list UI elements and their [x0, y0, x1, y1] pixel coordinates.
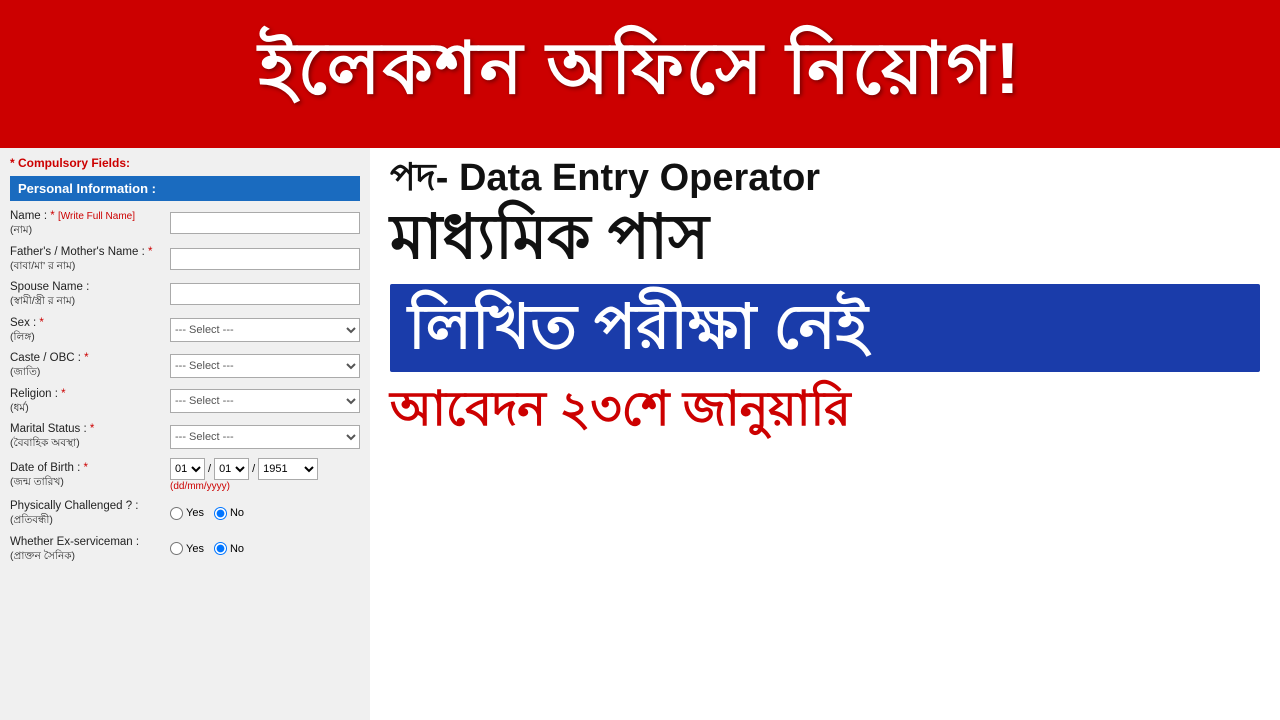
- dob-day-select[interactable]: 0102030405 0607080910 1112131415 1617181…: [170, 458, 205, 480]
- marital-status-select[interactable]: --- Select --- Married Unmarried Divorce…: [170, 425, 360, 449]
- section-header: Personal Information :: [10, 176, 360, 201]
- madhyamik-line: মাধ্যমিক পাস: [390, 204, 1260, 272]
- physically-challenged-row: Physically Challenged ? : (প্রতিবন্ধী) Y…: [10, 499, 360, 528]
- name-row: Name : * [Write Full Name] (নাম): [10, 209, 360, 238]
- name-label: Name : * [Write Full Name] (নাম): [10, 209, 170, 238]
- ex-serviceman-radio-group: Yes No: [170, 542, 244, 555]
- religion-row: Religion : * (ধর্ম) --- Select --- Hindu…: [10, 387, 360, 416]
- spouse-name-row: Spouse Name : (স্বামী/স্ত্রী র নাম): [10, 280, 360, 309]
- caste-select[interactable]: --- Select --- General OBC SC ST: [170, 354, 360, 378]
- sex-row: Sex : * (লিঙ্গ) --- Select --- Male Fema…: [10, 316, 360, 345]
- spouse-name-label: Spouse Name : (স্বামী/স্ত্রী র নাম): [10, 280, 170, 309]
- religion-label: Religion : * (ধর্ম): [10, 387, 170, 416]
- info-panel: পদ- Data Entry Operator মাধ্যমিক পাস লিখ…: [370, 148, 1280, 720]
- application-line: আবেদন ২৩শে জানুয়ারি: [390, 384, 1260, 437]
- ex-serviceman-no-radio[interactable]: [214, 542, 227, 555]
- ex-serviceman-yes-radio[interactable]: [170, 542, 183, 555]
- blue-banner: লিখিত পরীক্ষা নেই: [390, 284, 1260, 372]
- form-panel: * Compulsory Fields: Personal Informatio…: [0, 148, 370, 720]
- marital-status-row: Marital Status : * (বৈবাহিক অবস্থা) --- …: [10, 422, 360, 451]
- physically-challenged-label: Physically Challenged ? : (প্রতিবন্ধী): [10, 499, 170, 528]
- dob-group: 0102030405 0607080910 1112131415 1617181…: [170, 458, 318, 480]
- religion-select[interactable]: --- Select --- Hindu Muslim Christian Ot…: [170, 389, 360, 413]
- parent-name-label: Father's / Mother's Name : * (বাবা/মা' র…: [10, 245, 170, 274]
- ex-serviceman-yes-label[interactable]: Yes: [170, 542, 204, 555]
- dob-format-label: (dd/mm/yyyy): [170, 481, 318, 492]
- spouse-name-input[interactable]: [170, 283, 360, 305]
- dob-label: Date of Birth : * (জন্ম তারিখ): [10, 461, 170, 490]
- name-input[interactable]: [170, 212, 360, 234]
- main-content: * Compulsory Fields: Personal Informatio…: [0, 148, 1280, 720]
- caste-label: Caste / OBC : * (জাতি): [10, 351, 170, 380]
- physically-challenged-yes-label[interactable]: Yes: [170, 507, 204, 520]
- dob-year-select[interactable]: 1951195219601970198019902000: [258, 458, 318, 480]
- compulsory-label: * Compulsory Fields:: [10, 156, 360, 170]
- parent-name-row: Father's / Mother's Name : * (বাবা/মা' র…: [10, 245, 360, 274]
- dob-month-select[interactable]: 0102030405 0607080910 1112: [214, 458, 249, 480]
- physically-challenged-radio-group: Yes No: [170, 507, 244, 520]
- sex-label: Sex : * (লিঙ্গ): [10, 316, 170, 345]
- marital-status-label: Marital Status : * (বৈবাহিক অবস্থা): [10, 422, 170, 451]
- sex-select[interactable]: --- Select --- Male Female Other: [170, 318, 360, 342]
- parent-name-input[interactable]: [170, 248, 360, 270]
- physically-challenged-yes-radio[interactable]: [170, 507, 183, 520]
- caste-row: Caste / OBC : * (জাতি) --- Select --- Ge…: [10, 351, 360, 380]
- physically-challenged-no-label[interactable]: No: [214, 507, 244, 520]
- top-banner-text: ইলেকশন অফিসে নিয়োগ!: [258, 14, 1021, 134]
- ex-serviceman-row: Whether Ex-serviceman : (প্রাক্তন সৈনিক)…: [10, 535, 360, 564]
- top-banner: ইলেকশন অফিসে নিয়োগ!: [0, 0, 1280, 148]
- post-line: পদ- Data Entry Operator: [390, 158, 1260, 200]
- ex-serviceman-label: Whether Ex-serviceman : (প্রাক্তন সৈনিক): [10, 535, 170, 564]
- physically-challenged-no-radio[interactable]: [214, 507, 227, 520]
- ex-serviceman-no-label[interactable]: No: [214, 542, 244, 555]
- dob-row: Date of Birth : * (জন্ম তারিখ) 010203040…: [10, 458, 360, 492]
